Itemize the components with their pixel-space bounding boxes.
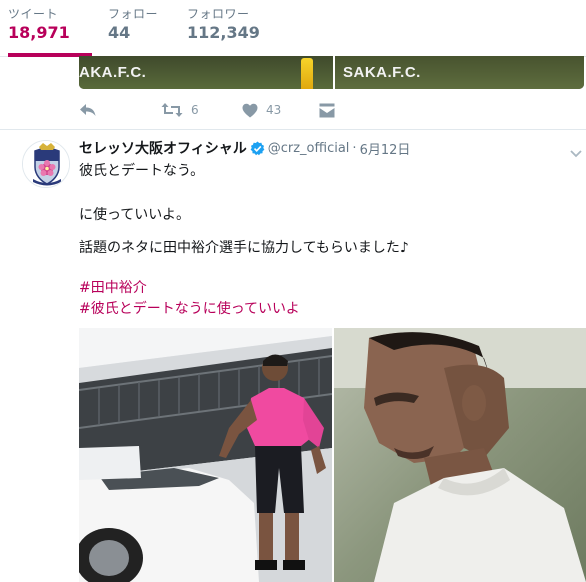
previous-tweet-media[interactable]: AKA.F.C. SAKA.F.C. [79, 56, 584, 89]
chevron-down-icon [570, 143, 582, 162]
avatar[interactable] [22, 140, 70, 188]
header-separator: · [352, 140, 357, 156]
nav-tweets-label: ツイート [8, 7, 59, 21]
tweet-photo-1[interactable] [79, 328, 332, 582]
account-username[interactable]: @crz_official [268, 141, 350, 156]
profile-nav: ツイート 18,971 フォロー 44 フォロワー 112,349 [0, 0, 586, 57]
reply-button[interactable] [79, 100, 97, 120]
retweet-icon [161, 102, 183, 118]
hashtag-link[interactable]: #田中裕介 [79, 277, 147, 299]
nav-tweets[interactable]: ツイート 18,971 [8, 6, 92, 57]
nav-following[interactable]: フォロー 44 [108, 6, 168, 57]
tweet-divider [0, 129, 586, 130]
tweet-text-line: 彼氏とデートなう。 [79, 163, 205, 179]
photo-player-closeup [334, 328, 586, 582]
reply-icon [79, 102, 97, 118]
tweet-header: セレッソ大阪オフィシャル @crz_official · 6月12日 [79, 138, 410, 158]
nav-tweets-count: 18,971 [8, 23, 70, 42]
nav-followers-count: 112,349 [187, 23, 260, 42]
direct-message-button[interactable] [319, 100, 335, 120]
nav-following-count: 44 [108, 23, 131, 42]
hashtag-link[interactable]: #彼氏とデートなうに使っていいよ [79, 298, 300, 320]
dm-icon [319, 103, 335, 118]
like-button[interactable]: 43 [242, 100, 281, 120]
previous-media-text-right: SAKA.F.C. [343, 64, 421, 81]
verified-icon [250, 141, 265, 156]
nav-followers[interactable]: フォロワー 112,349 [187, 6, 267, 57]
retweet-count: 6 [191, 103, 199, 117]
retweet-button[interactable]: 6 [161, 100, 199, 120]
heart-icon [242, 103, 258, 118]
tweet-photo-2[interactable] [334, 328, 586, 582]
account-fullname[interactable]: セレッソ大阪オフィシャル [79, 138, 247, 158]
tweet-text-line: に使っていいよ。 [79, 207, 191, 223]
training-cone [301, 58, 313, 89]
like-count: 43 [266, 103, 282, 117]
photo-player-with-car [79, 328, 332, 582]
cerezo-osaka-crest-icon [23, 141, 69, 187]
tweet-menu-button[interactable] [570, 143, 582, 162]
nav-followers-label: フォロワー [187, 7, 250, 21]
previous-media-text-left: AKA.F.C. [79, 64, 147, 81]
previous-tweet-actions: 6 43 [79, 100, 379, 120]
tweet-timestamp[interactable]: 6月12日 [360, 139, 411, 158]
nav-following-label: フォロー [108, 7, 159, 21]
tweet-text-line: 話題のネタに田中裕介選手に協力してもらいました♪ [79, 240, 409, 256]
